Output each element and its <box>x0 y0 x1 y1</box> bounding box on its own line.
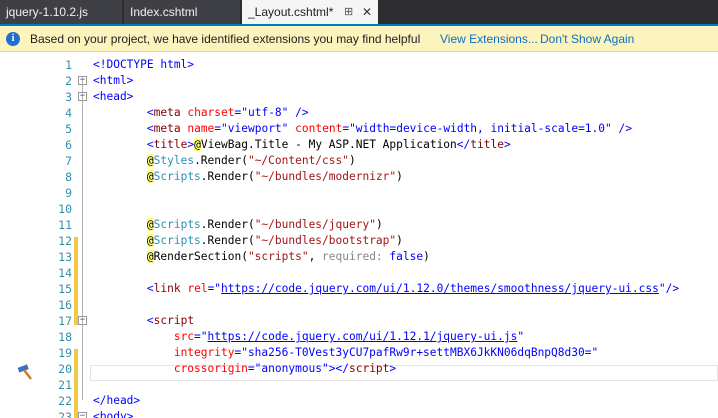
code-text: <meta charset="utf-8" /> <box>146 106 309 119</box>
line-number: 21 <box>58 378 72 392</box>
code-line-16[interactable]: 16 <box>0 297 718 313</box>
code-editor[interactable]: 1 <!DOCTYPE html> 2 − <html> 3 − <head> … <box>0 52 718 418</box>
view-extensions-link[interactable]: View Extensions... <box>440 26 538 52</box>
line-number: 9 <box>65 186 72 200</box>
line-number: 16 <box>58 298 72 312</box>
infobar-message: Based on your project, we have identifie… <box>30 32 421 46</box>
line-number: 11 <box>58 218 72 232</box>
fold-icon[interactable]: − <box>78 412 87 418</box>
code-line-1[interactable]: 1 <!DOCTYPE html> <box>0 57 718 73</box>
code-line-9[interactable]: 9 <box>0 185 718 201</box>
fold-icon[interactable]: − <box>78 76 87 85</box>
code-text: <meta name="viewport" content="width=dev… <box>146 122 632 135</box>
line-number: 5 <box>65 122 72 136</box>
code-text: </head> <box>93 394 141 407</box>
code-line-17[interactable]: 17 − <script <box>0 313 718 329</box>
code-line-14[interactable]: 14 <box>0 265 718 281</box>
line-number: 19 <box>58 346 72 360</box>
line-number: 10 <box>58 202 72 216</box>
line-number: 7 <box>65 154 72 168</box>
code-text: @RenderSection("scripts", required: fals… <box>146 250 430 263</box>
line-number: 18 <box>58 330 72 344</box>
tab-label: Index.cshtml <box>130 5 198 19</box>
code-line-11[interactable]: 11 @Scripts.Render("~/bundles/jquery") <box>0 217 718 233</box>
code-line-6[interactable]: 6 <title>@ViewBag.Title - My ASP.NET App… <box>0 137 718 153</box>
code-text: crossorigin="anonymous"></script> <box>173 362 397 375</box>
tab-label: _Layout.cshtml* <box>248 5 334 19</box>
dont-show-again-link[interactable]: Don't Show Again <box>540 26 634 52</box>
fold-icon[interactable]: − <box>78 316 87 325</box>
line-number: 14 <box>58 266 72 280</box>
stylesheet-url-link[interactable]: https://code.jquery.com/ui/1.12.0/themes… <box>221 282 659 295</box>
line-number: 22 <box>58 394 72 408</box>
line-number: 13 <box>58 250 72 264</box>
code-line-5[interactable]: 5 <meta name="viewport" content="width=d… <box>0 121 718 137</box>
line-number: 2 <box>65 74 72 88</box>
code-line-22[interactable]: 22 </head> <box>0 393 718 409</box>
code-line-21[interactable]: 21 <box>0 377 718 393</box>
tab-jquery-js[interactable]: jquery-1.10.2.js <box>0 0 122 24</box>
code-text: @Scripts.Render("~/bundles/modernizr") <box>146 170 403 183</box>
code-text: <title>@ViewBag.Title - My ASP.NET Appli… <box>146 138 511 151</box>
tab-layout-cshtml[interactable]: _Layout.cshtml* ⊞ ✕ <box>242 0 378 24</box>
fold-icon[interactable]: − <box>78 92 87 101</box>
code-text: @Scripts.Render("~/bundles/jquery") <box>146 218 383 231</box>
line-number: 17 <box>58 314 72 328</box>
code-text: <body> <box>93 410 134 418</box>
code-text: <script <box>146 314 195 327</box>
code-line-3[interactable]: 3 − <head> <box>0 89 718 105</box>
code-line-18[interactable]: 18 src="https://code.jquery.com/ui/1.12.… <box>0 329 718 345</box>
code-line-23[interactable]: 23 − <body> <box>0 409 718 418</box>
line-number: 6 <box>65 138 72 152</box>
line-number: 1 <box>65 58 72 72</box>
code-text: <head> <box>93 90 134 103</box>
line-number: 12 <box>58 234 72 248</box>
code-text: <link rel="https://code.jquery.com/ui/1.… <box>146 282 680 295</box>
script-url-link[interactable]: https://code.jquery.com/ui/1.12.1/jquery… <box>208 330 518 343</box>
code-line-19[interactable]: 19 integrity="sha256-T0Vest3yCU7pafRw9r+… <box>0 345 718 361</box>
line-number: 8 <box>65 170 72 184</box>
code-text: @Styles.Render("~/Content/css") <box>146 154 356 167</box>
code-text: <html> <box>93 74 134 87</box>
code-line-7[interactable]: 7 @Styles.Render("~/Content/css") <box>0 153 718 169</box>
tab-label: jquery-1.10.2.js <box>6 5 89 19</box>
code-line-8[interactable]: 8 @Scripts.Render("~/bundles/modernizr") <box>0 169 718 185</box>
line-number: 23 <box>58 410 72 418</box>
line-number: 3 <box>65 90 72 104</box>
code-text: src="https://code.jquery.com/ui/1.12.1/j… <box>173 330 525 343</box>
info-icon: i <box>6 32 20 46</box>
line-number: 4 <box>65 106 72 120</box>
extensions-infobar: i Based on your project, we have identif… <box>0 26 718 52</box>
tab-index-cshtml[interactable]: Index.cshtml <box>124 0 240 24</box>
line-number: 20 <box>58 362 72 376</box>
code-line-10[interactable]: 10 <box>0 201 718 217</box>
code-text: integrity="sha256-T0Vest3yCU7pafRw9r+set… <box>173 346 599 359</box>
code-text: @Scripts.Render("~/bundles/bootstrap") <box>146 234 403 247</box>
pin-icon[interactable]: ⊞ <box>344 0 353 24</box>
document-tab-bar: jquery-1.10.2.js Index.cshtml _Layout.cs… <box>0 0 718 26</box>
code-line-4[interactable]: 4 <meta charset="utf-8" /> <box>0 105 718 121</box>
code-line-2[interactable]: 2 − <html> <box>0 73 718 89</box>
code-line-15[interactable]: 15 <link rel="https://code.jquery.com/ui… <box>0 281 718 297</box>
code-line-13[interactable]: 13 @RenderSection("scripts", required: f… <box>0 249 718 265</box>
code-line-12[interactable]: 12 @Scripts.Render("~/bundles/bootstrap"… <box>0 233 718 249</box>
code-line-20[interactable]: 20 crossorigin="anonymous"></script> <box>0 361 718 377</box>
close-icon[interactable]: ✕ <box>362 0 372 24</box>
code-text: <!DOCTYPE html> <box>93 58 195 71</box>
line-number: 15 <box>58 282 72 296</box>
